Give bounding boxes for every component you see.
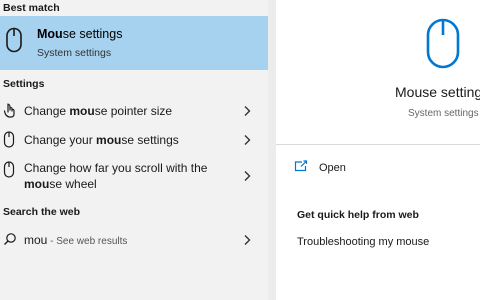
quick-help-header: Get quick help from web [297, 209, 419, 221]
open-button[interactable]: Open [294, 158, 474, 178]
best-match-subtitle: System settings [37, 47, 112, 59]
preview-panel: Mouse settings System settings Open Get … [276, 0, 480, 300]
best-match-item-mouse-settings[interactable]: Mouse settings System settings [0, 16, 268, 70]
settings-header: Settings [3, 78, 45, 90]
setting-item-label: Change your mouse settings [24, 133, 179, 147]
pointer-icon [3, 103, 15, 118]
open-icon [294, 160, 308, 172]
preview-subtitle: System settings [408, 108, 479, 119]
setting-item-scroll-distance[interactable]: Change how far you scroll with the mouse … [0, 158, 268, 194]
chevron-right-icon [244, 235, 251, 245]
mouse-icon [3, 161, 15, 178]
setting-item-pointer-size[interactable]: Change mouse pointer size [0, 100, 268, 122]
chevron-right-icon [244, 171, 251, 181]
divider [276, 144, 480, 145]
setting-item-label: Change how far you scroll with the mouse … [24, 161, 208, 191]
chevron-right-icon [244, 106, 251, 116]
open-label: Open [319, 162, 346, 174]
web-search-item[interactable]: mou - See web results [0, 229, 268, 251]
search-web-header: Search the web [3, 206, 81, 218]
best-match-title: Mouse settings [37, 27, 123, 41]
best-match-header: Best match [3, 2, 60, 14]
web-search-label: mou - See web results [24, 233, 128, 247]
setting-item-label: Change mouse pointer size [24, 104, 173, 118]
help-link-troubleshooting[interactable]: Troubleshooting my mouse [297, 236, 429, 248]
search-results-panel: Best match Mouse settings System setting… [0, 0, 268, 300]
preview-title: Mouse settings [395, 84, 480, 100]
mouse-icon [426, 18, 460, 69]
mouse-icon [6, 27, 22, 53]
chevron-right-icon [244, 135, 251, 145]
search-icon [4, 233, 16, 245]
mouse-icon [3, 131, 15, 148]
setting-item-mouse-settings[interactable]: Change your mouse settings [0, 129, 268, 151]
